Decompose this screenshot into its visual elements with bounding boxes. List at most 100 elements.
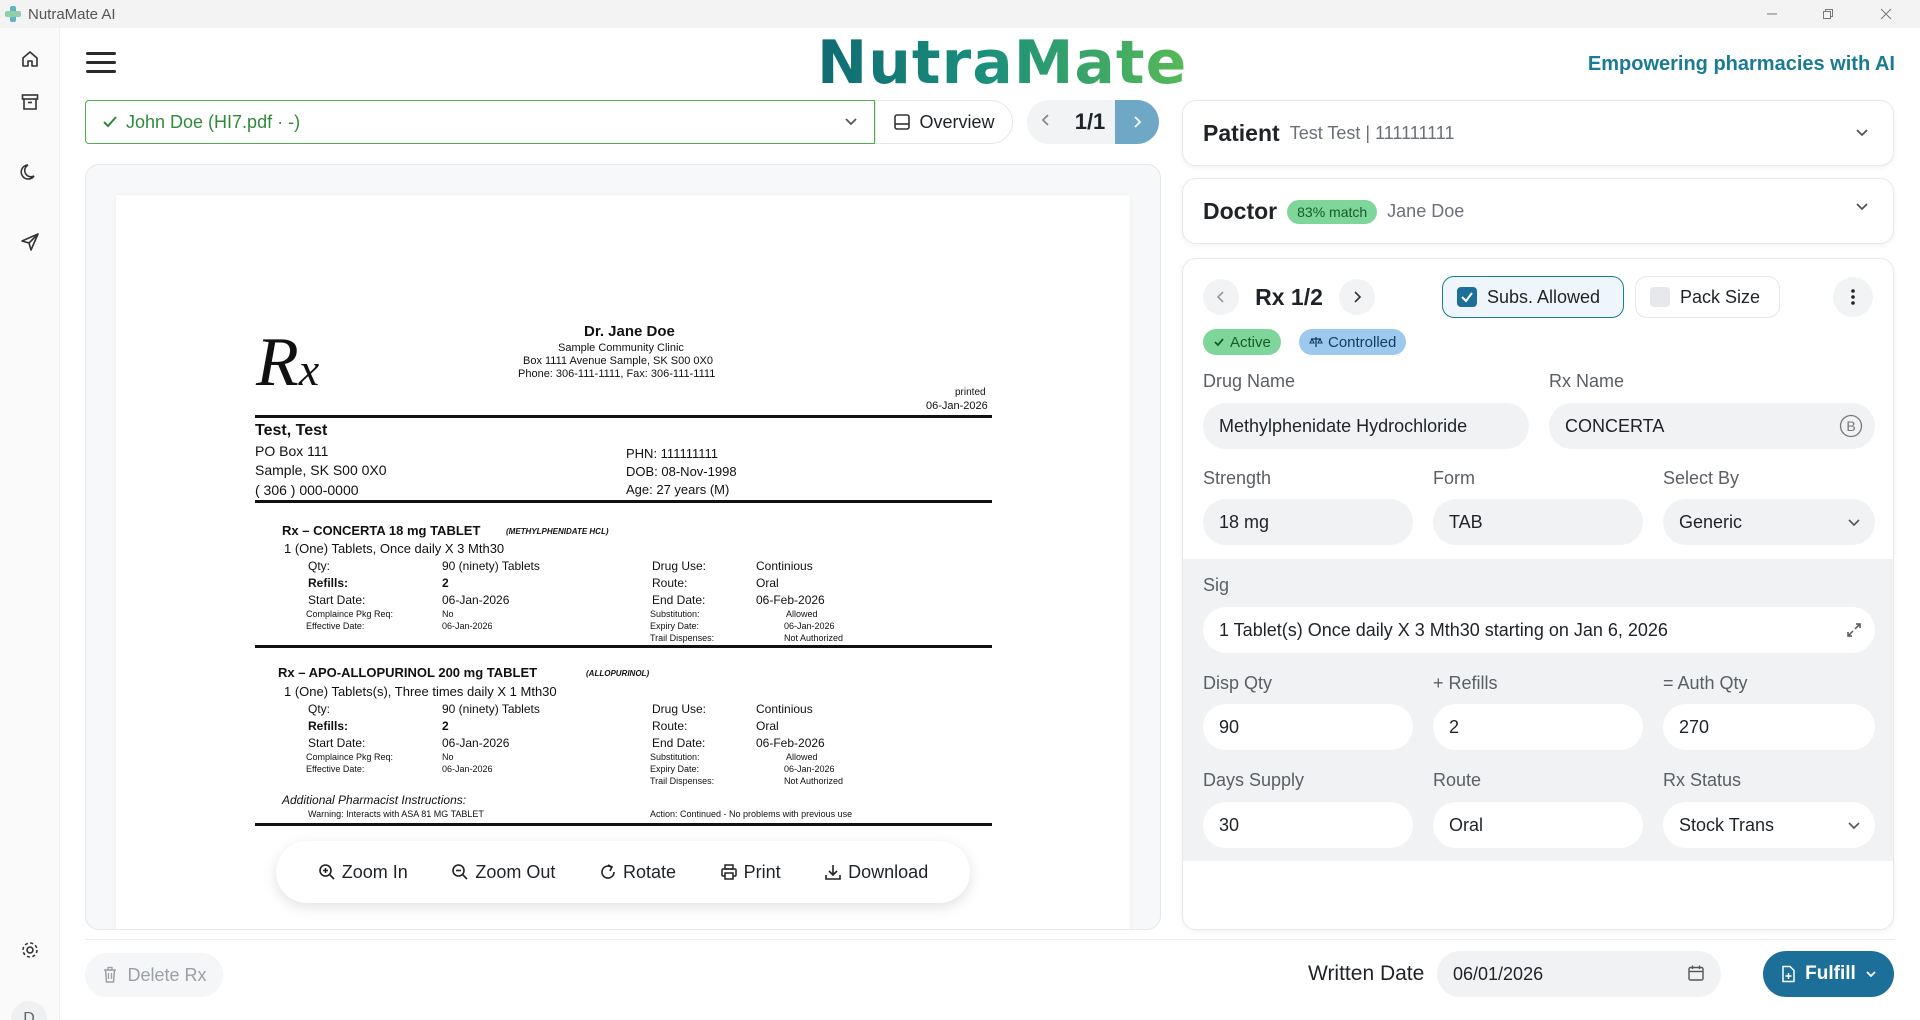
pack-size-toggle[interactable]: Pack Size bbox=[1635, 276, 1780, 318]
fulfill-label: Fulfill bbox=[1805, 963, 1856, 984]
overview-button[interactable]: Overview bbox=[875, 100, 1013, 144]
delete-rx-button[interactable]: Delete Rx bbox=[85, 953, 223, 997]
doc-rx1-end-label: End Date: bbox=[652, 593, 706, 607]
auth-qty-field[interactable]: 270 bbox=[1663, 704, 1875, 750]
chevron-down-icon bbox=[1866, 971, 1876, 978]
rx-name-field[interactable]: CONCERTA B bbox=[1549, 403, 1875, 449]
days-supply-field[interactable]: 30 bbox=[1203, 802, 1413, 848]
rx-status-label: Rx Status bbox=[1663, 770, 1742, 790]
doc-rx1-sig: 1 (One) Tablets, Once daily X 3 Mth30 bbox=[284, 541, 505, 556]
select-by-value: Generic bbox=[1679, 511, 1743, 532]
doc-rx1-exp: 06-Jan-2026 bbox=[784, 621, 835, 631]
user-avatar[interactable]: D bbox=[11, 1001, 47, 1020]
next-rx-button[interactable] bbox=[1339, 279, 1375, 315]
dark-mode-icon[interactable] bbox=[18, 160, 42, 184]
brand-b-icon: B bbox=[1839, 414, 1863, 443]
doc-rx2-title: Rx – APO-ALLOPURINOL 200 mg TABLET bbox=[278, 665, 538, 680]
more-vertical-icon bbox=[1851, 289, 1855, 305]
rx-status-dropdown[interactable]: Stock Trans bbox=[1663, 802, 1875, 848]
calendar-icon[interactable] bbox=[1687, 964, 1705, 982]
disp-qty-field[interactable]: 90 bbox=[1203, 704, 1413, 750]
zoom-in-button[interactable]: Zoom In bbox=[318, 862, 408, 883]
archive-icon[interactable] bbox=[18, 90, 42, 114]
doc-warning: Warning: Interacts with ASA 81 MG TABLET bbox=[308, 809, 484, 819]
doc-rx1-start: 06-Jan-2026 bbox=[442, 593, 510, 607]
form-field[interactable]: TAB bbox=[1433, 499, 1643, 545]
viewer-toolbar: Zoom In Zoom Out Rotate Print Download bbox=[276, 841, 970, 903]
doctor-name: Jane Doe bbox=[1387, 201, 1465, 221]
rotate-icon bbox=[601, 864, 615, 879]
download-button[interactable]: Download bbox=[824, 862, 928, 883]
minimize-button[interactable] bbox=[1744, 0, 1800, 28]
file-selector[interactable]: John Doe (HI7.pdf · -) bbox=[85, 100, 875, 144]
doc-rx2-end-label: End Date: bbox=[652, 736, 706, 750]
doc-rx2-refills-label: Refills: bbox=[308, 719, 349, 733]
route-field[interactable]: Oral bbox=[1433, 802, 1643, 848]
doc-additional-title: Additional Pharmacist Instructions: bbox=[282, 793, 467, 807]
app-logo-icon bbox=[4, 5, 22, 23]
trash-icon bbox=[104, 966, 117, 983]
more-options-button[interactable] bbox=[1833, 277, 1873, 317]
rotate-button[interactable]: Rotate bbox=[599, 862, 676, 883]
brand-tagline: Empowering pharmacies with AI bbox=[1587, 53, 1895, 75]
doc-patient-addr1: PO Box 111 bbox=[255, 443, 329, 459]
active-status-badge: Active bbox=[1203, 329, 1281, 355]
doc-rx1-subs-label: Substitution: bbox=[650, 609, 700, 619]
select-by-dropdown[interactable]: Generic bbox=[1663, 499, 1875, 545]
doc-rx1-exp-label: Expiry Date: bbox=[650, 621, 700, 631]
chevron-left-icon bbox=[1041, 113, 1049, 126]
doc-action: Action: Continued - No problems with pre… bbox=[650, 809, 853, 819]
doc-divider bbox=[255, 823, 992, 826]
chevron-down-icon[interactable] bbox=[1853, 197, 1871, 215]
doc-rx1-eff: 06-Jan-2026 bbox=[442, 621, 493, 631]
doc-rx1-use-label: Drug Use: bbox=[652, 559, 707, 573]
title-bar: NutraMate AI bbox=[0, 0, 1920, 28]
doc-patient-addr2: Sample, SK S00 0X0 bbox=[255, 462, 387, 478]
refills-label: + Refills bbox=[1433, 673, 1498, 693]
patient-card-title: Patient bbox=[1203, 120, 1280, 146]
doc-dob: DOB: 08-Nov-1998 bbox=[626, 464, 737, 479]
written-date-field[interactable]: 06/01/2026 bbox=[1437, 951, 1721, 997]
send-icon[interactable] bbox=[18, 230, 42, 254]
controlled-badge-label: Controlled bbox=[1328, 333, 1397, 351]
checkbox-checked-icon bbox=[1457, 287, 1477, 307]
patient-card[interactable]: Patient Test Test | 111111111 bbox=[1182, 100, 1894, 166]
doc-patient-name: Test, Test bbox=[255, 422, 328, 439]
fulfill-button[interactable]: Fulfill bbox=[1763, 951, 1894, 997]
next-page-button[interactable] bbox=[1115, 100, 1159, 144]
settings-gear-icon[interactable] bbox=[18, 938, 42, 962]
file-selector-value: John Doe (HI7.pdf · -) bbox=[126, 111, 301, 132]
print-button[interactable]: Print bbox=[720, 862, 781, 883]
sig-field[interactable]: 1 Tablet(s) Once daily X 3 Mth30 startin… bbox=[1203, 607, 1875, 653]
doc-rx1-route: Oral bbox=[756, 576, 779, 590]
prev-page-button[interactable] bbox=[1027, 113, 1065, 132]
document-viewer[interactable]: Rx Dr. Jane Doe Sample Community Clinic … bbox=[85, 164, 1161, 930]
days-supply-label: Days Supply bbox=[1203, 770, 1305, 790]
hamburger-menu-icon[interactable] bbox=[86, 52, 116, 76]
close-window-button[interactable] bbox=[1858, 0, 1914, 28]
window-title: NutraMate AI bbox=[28, 5, 116, 23]
overview-label: Overview bbox=[919, 111, 995, 132]
chevron-down-icon[interactable] bbox=[1853, 123, 1871, 141]
home-icon[interactable] bbox=[18, 47, 42, 71]
doc-doctor-name: Dr. Jane Doe bbox=[584, 323, 675, 340]
footer-divider bbox=[85, 939, 1895, 940]
doc-printed-label: printed bbox=[955, 387, 986, 398]
document-add-icon bbox=[1782, 965, 1795, 983]
zoom-in-icon bbox=[318, 864, 335, 880]
strength-field[interactable]: 18 mg bbox=[1203, 499, 1413, 545]
prev-rx-button[interactable] bbox=[1203, 279, 1239, 315]
doc-rx2-qty: 90 (ninety) Tablets bbox=[442, 702, 540, 716]
subs-allowed-toggle[interactable]: Subs. Allowed bbox=[1442, 276, 1624, 318]
rx-name-value: CONCERTA bbox=[1565, 415, 1665, 436]
doc-rx1-eff-label: Effective Date: bbox=[306, 621, 365, 631]
drug-name-field[interactable]: Methylphenidate Hydrochloride bbox=[1203, 403, 1529, 449]
check-icon bbox=[103, 116, 117, 128]
doc-rx2-qty-label: Qty: bbox=[308, 702, 331, 716]
zoom-out-button[interactable]: Zoom Out bbox=[451, 862, 555, 883]
restore-button[interactable] bbox=[1800, 0, 1856, 28]
expand-icon[interactable] bbox=[1845, 621, 1863, 639]
refills-field[interactable]: 2 bbox=[1433, 704, 1643, 750]
doc-rx2-subs-label: Substitution: bbox=[650, 752, 700, 762]
doctor-card[interactable]: Doctor 83% match Jane Doe bbox=[1182, 178, 1894, 244]
